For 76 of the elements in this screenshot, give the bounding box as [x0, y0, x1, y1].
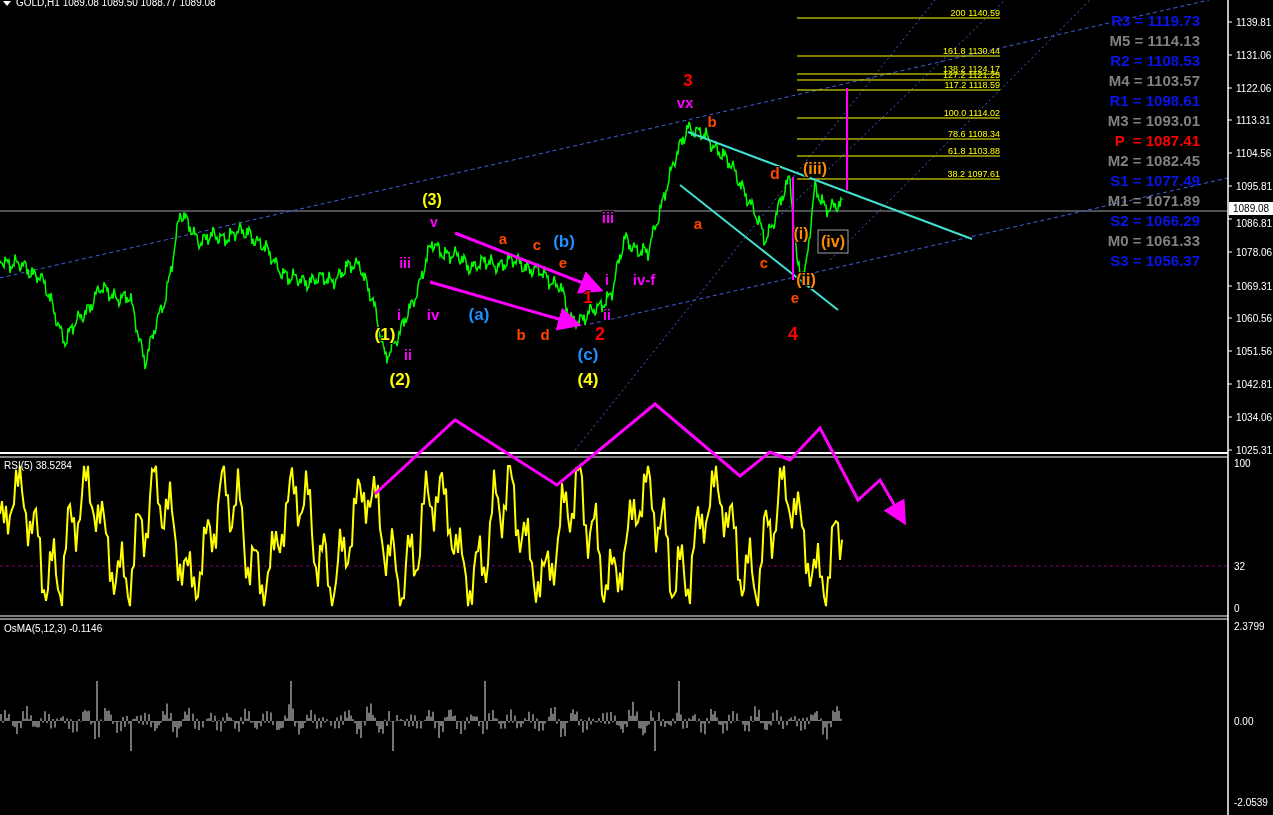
pivot-level-label: R3 = 1119.73: [1111, 12, 1200, 29]
wave-label: 4: [788, 324, 798, 344]
pivot-level-label: M0 = 1061.33: [1107, 232, 1200, 249]
wave-label: (b): [553, 232, 575, 251]
fibonacci-level-label: 38.2 1097.61: [947, 169, 1000, 179]
pivot-level-label: S3 = 1056.37: [1110, 252, 1200, 269]
wave-label: ii: [603, 307, 611, 323]
price-axis-label: 1060.56: [1236, 313, 1273, 324]
rsi-axis-label: 32: [1234, 561, 1246, 572]
wave-label: e: [558, 254, 568, 271]
wave-label: (c): [577, 345, 599, 364]
wave-label: (3): [422, 191, 442, 208]
price-axis-label: 1042.81: [1236, 379, 1273, 390]
price-axis-label: 1139.81: [1236, 17, 1272, 28]
wave-label: 2: [595, 324, 605, 344]
wave-label: 3: [683, 71, 693, 90]
indicator-label: OsMA(5,12,3) -0.1146: [4, 623, 103, 634]
pivot-level-label: S1 = 1077.49: [1110, 172, 1200, 189]
wave-label: (a): [468, 305, 490, 324]
fibonacci-level-label: 161.8 1130.44: [943, 46, 1000, 56]
pivot-level-label: R2 = 1108.53: [1110, 52, 1200, 69]
wave-label: i: [605, 272, 609, 288]
wave-label: e: [790, 289, 800, 306]
price-axis-label: 1051.56: [1236, 346, 1273, 357]
pivot-level-label: M2 = 1082.45: [1107, 152, 1200, 169]
wave-label: (2): [389, 370, 411, 389]
fibonacci-level-label: 200 1140.59: [950, 8, 1000, 18]
current-price-tag: 1089.08: [1229, 202, 1273, 215]
wave-label: d: [540, 326, 550, 343]
price-axis-label: 1086.81: [1236, 218, 1273, 229]
wave-label: a: [498, 230, 508, 247]
wave-label: iii: [601, 209, 615, 226]
fibonacci-level-label: 117.2 1118.59: [944, 80, 1000, 90]
wave-label: iv: [426, 306, 440, 323]
wave-label: c: [759, 254, 769, 271]
fibonacci-level-label: 61.8 1103.88: [948, 146, 1000, 156]
dropdown-triangle-icon[interactable]: [3, 1, 11, 6]
osma-axis-label: -2.0539: [1234, 797, 1268, 808]
rsi-axis-label: 0: [1234, 603, 1240, 614]
price-axis-label: 1034.06: [1236, 412, 1273, 423]
price-axis-label: 1122.06: [1236, 83, 1272, 94]
wave-label: v: [430, 214, 438, 230]
pivot-level-label: M4 = 1103.57: [1108, 72, 1200, 89]
rsi-axis-label: 100: [1234, 458, 1251, 469]
wave-label: i: [397, 307, 401, 323]
pivot-level-label: P = 1087.41: [1114, 132, 1200, 149]
price-axis-label: 1131.06: [1236, 50, 1272, 61]
osma-axis-label: 0.00: [1234, 716, 1254, 727]
indicator-label: RSI(5) 38.5284: [4, 460, 72, 471]
wave-label: ii: [404, 347, 412, 363]
price-axis-label: 1104.56: [1236, 148, 1272, 159]
pivot-level-label: M5 = 1114.13: [1109, 32, 1200, 49]
pivot-level-label: R1 = 1098.61: [1109, 92, 1200, 109]
price-axis-label: 1025.31: [1236, 445, 1273, 456]
wave-label: (4): [577, 370, 599, 389]
wave-label: 1: [583, 288, 593, 307]
wave-label: vx: [676, 94, 694, 111]
wave-label: c: [532, 236, 542, 253]
osma-axis-label: 2.3799: [1234, 621, 1265, 632]
pivot-level-label: M3 = 1093.01: [1107, 112, 1200, 129]
wave-label: iii: [399, 255, 411, 271]
wave-label: b: [516, 326, 526, 343]
fibonacci-level-label: 78.6 1108.34: [948, 129, 1000, 139]
wave-label: a: [693, 215, 703, 232]
pivot-level-label: M1 = 1071.89: [1107, 192, 1200, 209]
wave-label: (iii): [803, 160, 827, 177]
wave-label: iv-f: [632, 271, 656, 288]
boxed-wave-label: (iv): [817, 229, 849, 254]
wave-label: b: [707, 113, 717, 130]
fibonacci-level-label: 100.0 1114.02: [943, 108, 1000, 118]
wave-label: d: [770, 165, 780, 182]
price-axis-label: 1095.81: [1236, 181, 1273, 192]
price-axis-label: 1078.06: [1236, 247, 1273, 258]
pivot-level-label: S2 = 1066.29: [1110, 212, 1200, 229]
price-axis-label: 1113.31: [1236, 115, 1271, 126]
price-axis-label: 1069.31: [1236, 281, 1273, 292]
